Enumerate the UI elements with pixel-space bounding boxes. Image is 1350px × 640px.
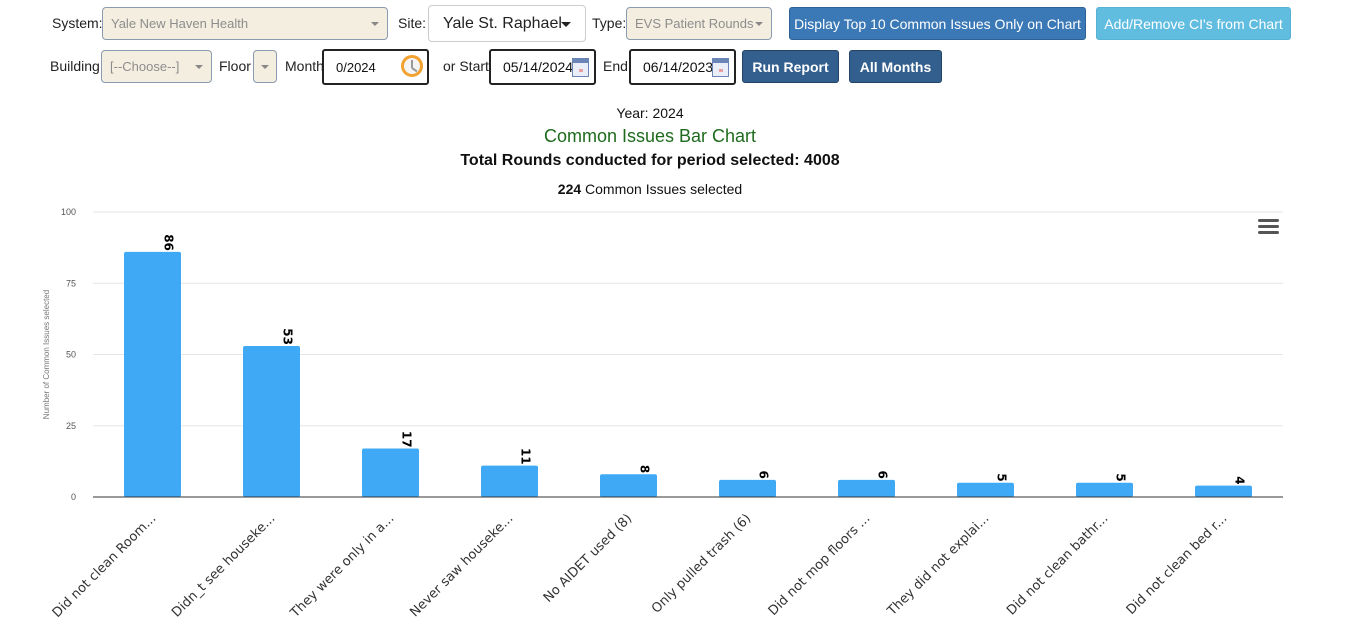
year-label: Year: 2024 [616,105,684,121]
data-label: 6 [757,471,771,479]
site-value: Yale St. Raphael [443,14,562,32]
x-tick-label: Didn_t see houseke... [169,511,278,620]
add-remove-ci-button[interactable]: Add/Remove CI's from Chart [1096,7,1291,40]
bar [719,479,776,497]
bar [362,448,419,497]
clock-icon[interactable] [401,55,423,77]
bar [1195,485,1252,497]
data-label: 5 [995,473,1009,481]
bar [1076,482,1133,497]
data-label: 4 [1233,476,1247,484]
bar [124,251,181,497]
display-top10-button[interactable]: Display Top 10 Common Issues Only on Cha… [789,7,1086,40]
bar [957,482,1014,497]
building-select[interactable]: [--Choose--] [101,50,212,83]
data-label: 6 [876,471,890,479]
bar [243,345,300,497]
total-rounds-label: Total Rounds conducted for period select… [460,152,840,169]
y-tick-label: 100 [61,207,76,217]
calendar-icon[interactable] [572,58,589,77]
chevron-down-icon [261,64,269,69]
data-label: 53 [281,328,295,345]
x-tick-label: No AIDET used (8) [541,511,636,606]
x-tick-label: Did not clean bed r... [1124,511,1231,618]
bar [481,465,538,497]
start-date-value: 05/14/2024 [503,59,574,75]
type-select[interactable]: EVS Patient Rounds [626,7,772,40]
chevron-down-icon [561,21,571,27]
x-tick-label: They were only in a... [287,511,397,621]
site-select[interactable]: Yale St. Raphael [428,5,586,42]
system-value: Yale New Haven Health [111,16,249,31]
y-tick-label: 75 [66,278,76,288]
x-tick-label: Never saw houseke... [407,511,516,620]
hamburger-menu-icon[interactable] [1258,219,1279,235]
system-label: System: [52,15,103,31]
all-months-button[interactable]: All Months [849,50,942,83]
x-tick-label: Did not clean bathr... [1004,511,1111,618]
floor-select[interactable] [253,50,277,83]
y-tick-label: 50 [66,350,76,360]
type-value: EVS Patient Rounds [635,16,754,31]
bar [600,474,657,497]
month-value: 0/2024 [336,59,376,75]
x-tick-label: Did not mop floors ... [766,511,874,619]
end-date-value: 06/14/2023 [643,59,714,75]
start-label: or Start [443,58,489,74]
calendar-icon[interactable] [712,58,729,77]
chevron-down-icon [371,21,379,26]
bar [838,479,895,497]
type-label: Type: [592,15,627,31]
chart-title: Common Issues Bar Chart [543,126,757,146]
month-input[interactable]: 0/2024 [322,49,429,85]
month-label: Month [285,58,324,74]
system-select[interactable]: Yale New Haven Health [102,7,388,40]
data-label: 86 [162,234,176,251]
y-axis-label: Number of Common Issues selected [42,290,51,419]
site-label: Site: [398,15,427,31]
start-date-input[interactable]: 05/14/2024 [489,49,596,85]
run-report-button[interactable]: Run Report [742,50,839,83]
bar-chart: 0 25 50 75 100 Number of Common Issues select… [42,207,1283,621]
end-label: End [603,58,628,74]
y-tick-label: 0 [71,492,76,502]
data-label: 17 [400,431,414,448]
x-tick-label: Did not clean Room... [50,511,160,621]
data-label: 5 [1114,473,1128,481]
building-value: [--Choose--] [110,59,180,74]
chevron-down-icon [755,21,763,26]
chevron-down-icon [195,64,203,69]
end-date-input[interactable]: 06/14/2023 [629,49,736,85]
data-label: 8 [638,465,652,473]
x-tick-label: They did not explai... [884,511,992,619]
floor-label: Floor [219,58,251,74]
y-tick-label: 25 [66,421,76,431]
building-label: Building [50,58,100,74]
data-label: 11 [519,448,533,465]
x-tick-label: Only pulled trash (6) [649,511,754,616]
